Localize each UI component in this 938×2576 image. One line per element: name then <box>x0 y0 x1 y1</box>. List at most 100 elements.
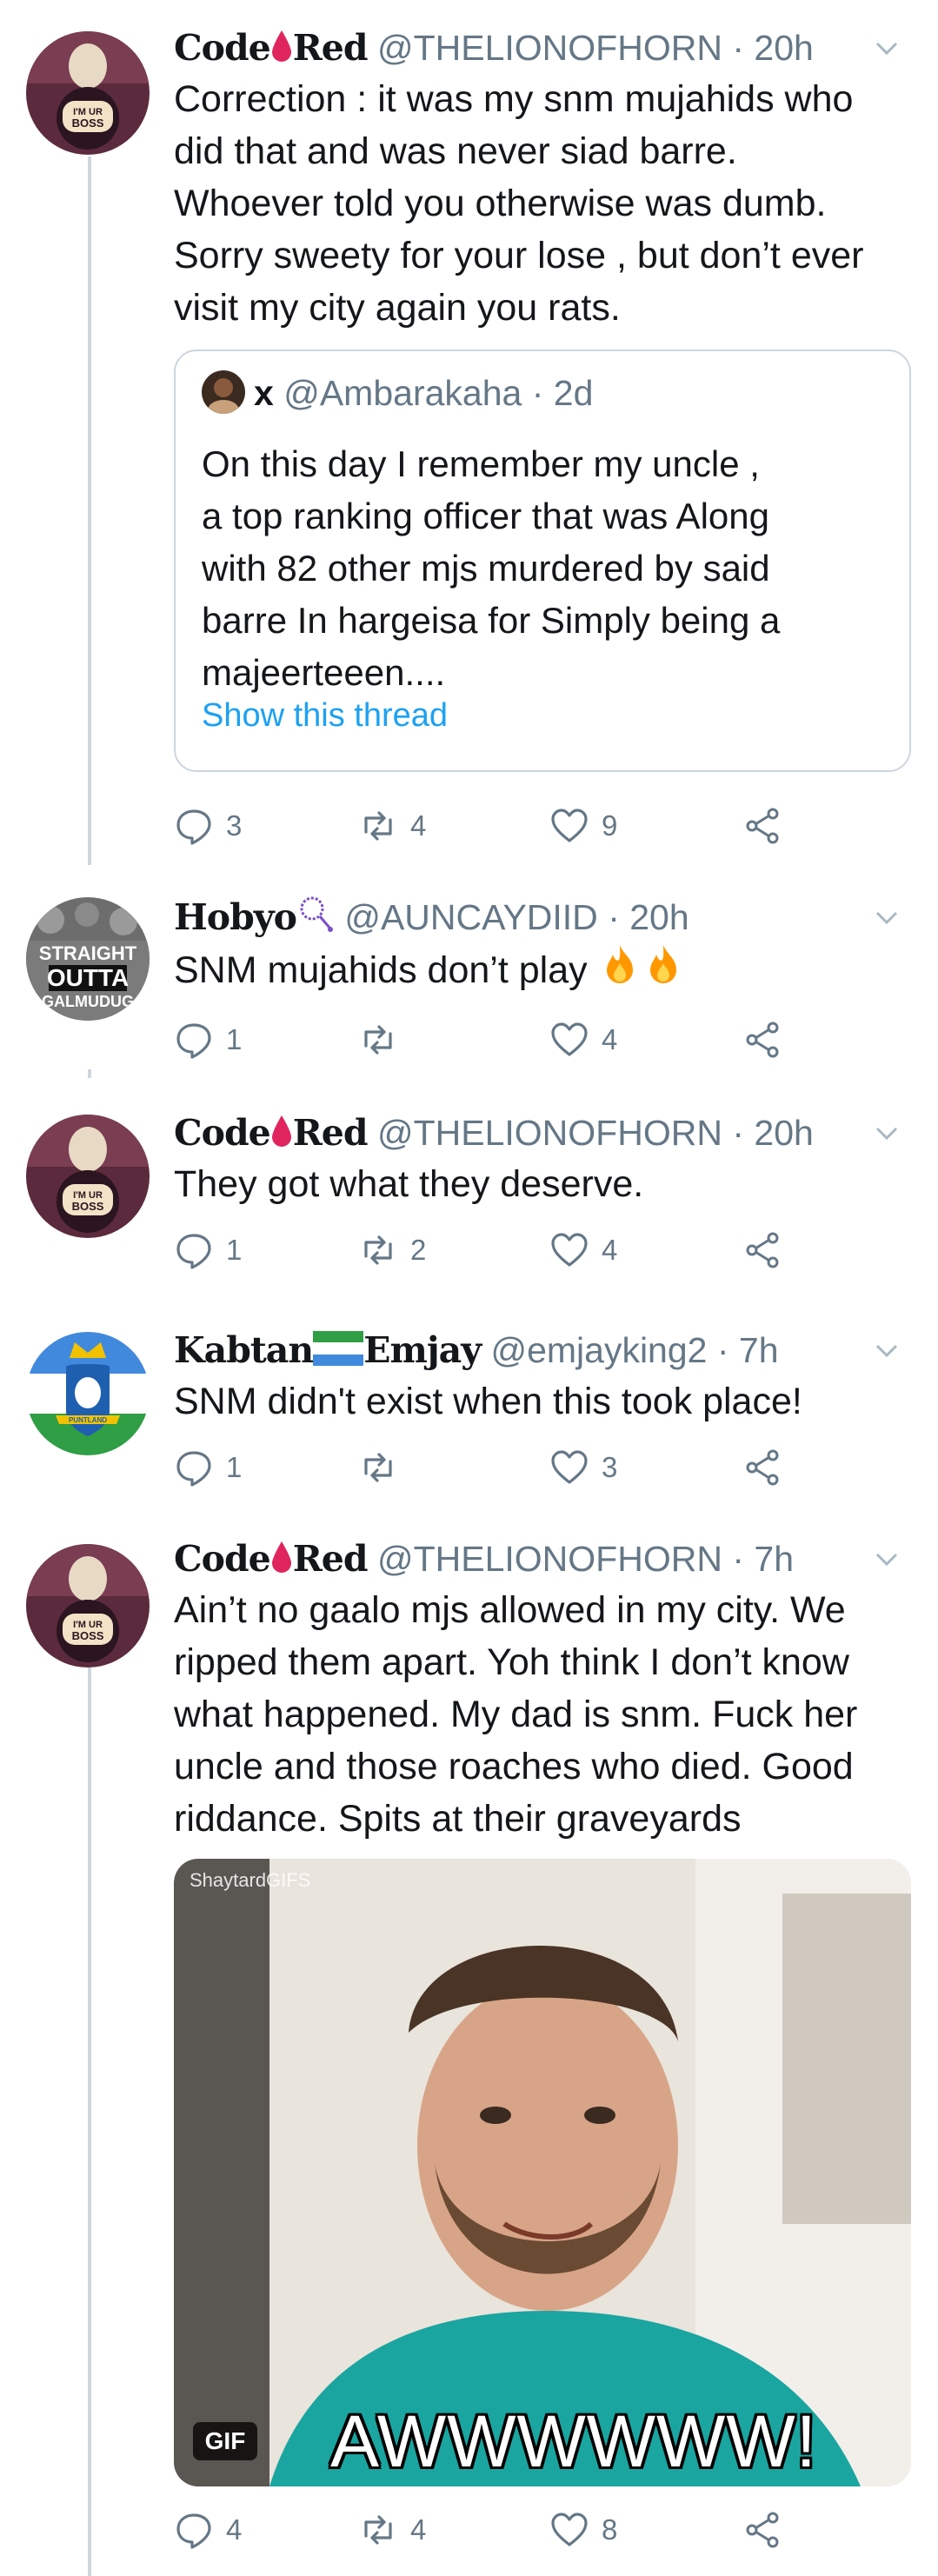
svg-text:BOSS: BOSS <box>72 1629 104 1642</box>
handle[interactable]: @THELIONOFHORN <box>377 28 722 68</box>
like-icon <box>551 1233 588 1267</box>
like-button[interactable]: 4 <box>549 1014 617 1066</box>
like-count: 9 <box>602 809 618 842</box>
retweet-count: 4 <box>410 809 427 842</box>
reply-count: 4 <box>226 2513 243 2546</box>
share-icon <box>746 1022 779 1058</box>
chevron-down-icon[interactable] <box>872 1544 901 1574</box>
reply-icon <box>176 1023 211 1059</box>
svg-text:BOSS: BOSS <box>72 1200 104 1213</box>
handle[interactable]: @THELIONOFHORN <box>377 1113 722 1153</box>
tweet-header: Kabtan Emjay @emjayking2 · 7h <box>174 1325 907 1375</box>
share-button[interactable] <box>742 1441 795 1494</box>
like-button[interactable]: 4 <box>549 1224 617 1276</box>
retweet-icon <box>364 1025 392 1055</box>
gif-image <box>174 1859 911 2486</box>
reply-button[interactable]: 3 <box>174 800 242 852</box>
timestamp[interactable]: · 20h <box>732 1113 813 1153</box>
handle[interactable]: @AUNCAYDIID <box>344 897 597 937</box>
retweet-count: 2 <box>410 1234 427 1266</box>
chevron-down-icon[interactable] <box>872 33 901 63</box>
display-name[interactable]: Code Red <box>174 27 369 69</box>
tweet-header: Code Red @THELIONOFHORN · 7h <box>174 1534 907 1584</box>
handle[interactable]: @emjayking2 <box>490 1330 707 1370</box>
avatar[interactable]: STRAIGHT OUTTA GALMUDUG <box>26 897 150 1021</box>
reply-icon <box>176 809 211 845</box>
drop-of-blood-icon <box>270 1537 293 1588</box>
display-name[interactable]: Kabtan Emjay <box>174 1329 482 1371</box>
chevron-down-icon[interactable] <box>872 1335 901 1365</box>
quoted-handle: @Ambarakaha <box>283 373 522 413</box>
gif-watermark: ShaytardGIFS <box>190 1869 311 1891</box>
avatar-text: OUTTA <box>47 964 129 991</box>
gif-media[interactable]: ShaytardGIFS GIF AWWWWWW! <box>174 1859 911 2486</box>
like-icon <box>551 2513 588 2546</box>
avatar[interactable]: PUNTLAND <box>26 1332 150 1455</box>
share-icon <box>746 2512 779 2548</box>
chevron-down-icon[interactable] <box>872 1118 901 1148</box>
handle[interactable]: @THELIONOFHORN <box>377 1539 722 1579</box>
tweet-header: Code Red @THELIONOFHORN · 20h <box>174 23 907 73</box>
reply-button[interactable]: 1 <box>174 1441 242 1494</box>
reply-count: 1 <box>226 1451 243 1483</box>
like-count: 4 <box>602 1234 618 1266</box>
fire-icon <box>642 942 685 1000</box>
avatar[interactable]: I'M UR BOSS <box>26 31 150 155</box>
quoted-tweet[interactable]: x @Ambarakaha · 2d On this day I remembe… <box>174 349 911 772</box>
tweet[interactable]: I'M UR BOSS Code Red @THELIONOFHORN · 20h… <box>0 0 938 869</box>
tweet[interactable]: I'M UR BOSS Code Red @THELIONOFHORN · 20h… <box>0 1087 938 1304</box>
like-button[interactable]: 3 <box>549 1441 617 1494</box>
like-count: 4 <box>602 1023 618 1055</box>
retweet-button[interactable] <box>358 1441 410 1494</box>
display-name[interactable]: Code Red <box>174 1538 369 1580</box>
chevron-down-icon[interactable] <box>872 902 901 932</box>
quoted-avatar <box>202 370 245 414</box>
share-icon <box>746 1449 779 1486</box>
timestamp[interactable]: · 20h <box>732 28 813 68</box>
timestamp[interactable]: · 7h <box>732 1539 794 1579</box>
like-button[interactable]: 9 <box>549 800 617 852</box>
share-button[interactable] <box>742 1014 795 1066</box>
share-icon <box>746 1232 779 1268</box>
tweet-actions: 1 3 <box>174 1441 835 1494</box>
retweet-button[interactable] <box>358 1014 410 1066</box>
like-icon <box>551 809 588 842</box>
reply-button[interactable]: 1 <box>174 1014 242 1066</box>
retweet-icon <box>364 1453 392 1482</box>
tweet[interactable]: PUNTLAND Kabtan Emjay @emjayking2 · 7h SN… <box>0 1304 938 1521</box>
tweet-text: SNM didn't exist when this took place! <box>174 1381 802 1422</box>
display-name[interactable]: Hobyo <box>174 896 335 938</box>
retweet-count: 4 <box>410 2513 427 2546</box>
show-thread-link[interactable]: Show this thread <box>202 697 448 735</box>
share-icon <box>746 808 779 844</box>
quoted-tweet-header: x @Ambarakaha · 2d <box>202 370 593 416</box>
gif-caption: AWWWWWW! <box>330 2400 817 2482</box>
retweet-button[interactable]: 4 <box>358 2504 426 2556</box>
tweet-text: Ain’t no gaalo mjs allowed in my city. W… <box>174 1589 858 1840</box>
tweet-header: Code Red @THELIONOFHORN · 20h <box>174 1108 907 1158</box>
tweet[interactable]: STRAIGHT OUTTA GALMUDUG Hobyo @AUNCAYDII… <box>0 869 938 1087</box>
avatar[interactable]: I'M UR BOSS <box>26 1115 150 1238</box>
like-icon <box>551 1450 588 1484</box>
like-count: 3 <box>602 1451 618 1483</box>
retweet-icon <box>364 811 392 841</box>
avatar-image: STRAIGHT OUTTA GALMUDUG <box>26 897 150 1021</box>
display-name[interactable]: Code Red <box>174 1112 369 1154</box>
reply-button[interactable]: 1 <box>174 1224 242 1276</box>
quoted-tweet-text: On this day I remember my uncle , a top … <box>202 443 781 693</box>
avatar-text: PUNTLAND <box>69 1416 107 1424</box>
timestamp[interactable]: · 7h <box>717 1330 779 1370</box>
like-count: 8 <box>602 2513 618 2546</box>
tweet-text: SNM mujahids don’t play <box>174 942 907 1000</box>
timestamp[interactable]: · 20h <box>608 897 689 937</box>
avatar[interactable]: I'M UR BOSS <box>26 1544 150 1667</box>
fire-icon <box>598 942 642 1000</box>
retweet-button[interactable]: 4 <box>358 800 426 852</box>
retweet-button[interactable]: 2 <box>358 1224 426 1276</box>
share-button[interactable] <box>742 1224 795 1276</box>
avatar-image: PUNTLAND <box>26 1332 150 1455</box>
reply-button[interactable]: 4 <box>174 2504 242 2556</box>
share-button[interactable] <box>742 800 795 852</box>
like-button[interactable]: 8 <box>549 2504 617 2556</box>
share-button[interactable] <box>742 2504 795 2556</box>
